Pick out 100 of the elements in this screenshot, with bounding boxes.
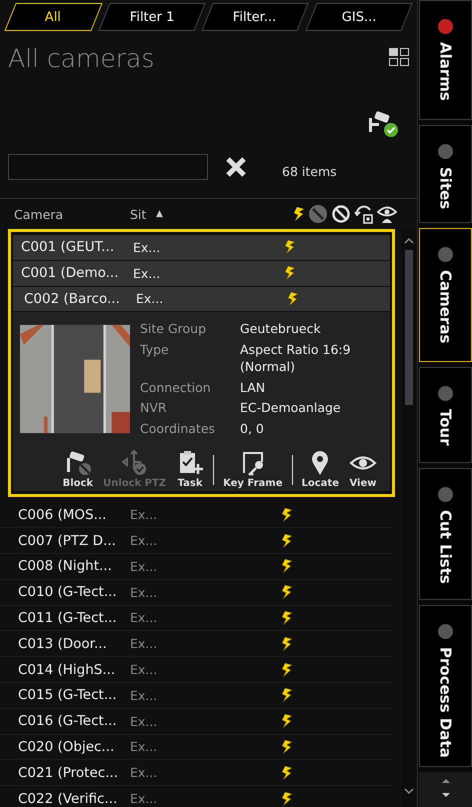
- site-name: Ex...: [130, 688, 158, 703]
- camera-row[interactable]: C011 (G-Tect... Ex...: [0, 606, 392, 632]
- site-name: Ex...: [130, 507, 158, 522]
- camera-row[interactable]: C001 (Demo... Ex...: [13, 260, 390, 287]
- view-button[interactable]: View: [346, 450, 380, 490]
- camera-row[interactable]: C008 (Night... Ex...: [0, 554, 392, 580]
- column-header[interactable]: Sit: [130, 206, 156, 222]
- site-name: Ex...: [130, 558, 158, 574]
- lightning-icon: [281, 713, 293, 730]
- camera-name: C001 (Demo...: [21, 265, 120, 282]
- field-value: 0, 0: [240, 420, 265, 438]
- item-count: 68 items: [282, 164, 337, 178]
- site-name: Ex...: [130, 533, 158, 548]
- sort-indicator[interactable]: ▲: [156, 209, 163, 219]
- site-name: Ex...: [130, 791, 158, 806]
- field-label: NVR: [140, 399, 168, 418]
- camera-name: C021 (Protec...: [18, 764, 120, 781]
- lightning-icon: [281, 532, 293, 549]
- camera-status-icon[interactable]: [367, 110, 400, 138]
- scroll-down-icon[interactable]: [440, 792, 451, 798]
- lightning-icon: [284, 239, 296, 256]
- camera-row[interactable]: C015 (G-Tect... Ex...: [0, 682, 392, 709]
- field-value: LAN: [240, 378, 266, 397]
- task-button[interactable]: Task: [173, 450, 208, 490]
- clear-icon[interactable]: [225, 156, 247, 178]
- camera-row[interactable]: C002 (Barco... Ex...: [13, 286, 390, 312]
- site-name: Ex...: [133, 266, 162, 281]
- camera-name: C001 (GEUT...: [21, 239, 116, 256]
- blocked-icon[interactable]: [331, 204, 352, 224]
- filter-tab[interactable]: Filter 1: [98, 3, 206, 31]
- column-header[interactable]: Camera: [14, 206, 130, 222]
- camera-row[interactable]: C021 (Protec... Ex...: [0, 760, 392, 786]
- scroll-up-icon[interactable]: [440, 778, 451, 784]
- scroll-up-icon[interactable]: [404, 237, 414, 244]
- camera-name: C013 (Door...: [18, 636, 108, 652]
- lightning-icon: [281, 738, 293, 755]
- site-name: Ex...: [130, 765, 158, 780]
- side-tab[interactable]: Process Data: [419, 605, 472, 767]
- camera-name: C010 (G-Tect...: [18, 584, 118, 600]
- camera-name: C015 (G-Tect...: [18, 687, 118, 704]
- camera-name: C002 (Barco...: [24, 290, 121, 307]
- field-label: Type: [140, 340, 170, 359]
- site-name: Ex...: [133, 240, 162, 255]
- field-value: EC-Demoanlage: [240, 399, 342, 418]
- camera-row[interactable]: C006 (MOS... Ex...: [0, 502, 392, 528]
- camera-name: C022 (Verific...: [18, 790, 118, 807]
- camera-name: C011 (G-Tect...: [18, 610, 118, 626]
- search-field[interactable]: [8, 154, 208, 180]
- move-arrows-icon: [120, 450, 149, 476]
- page-title: All cameras: [8, 44, 154, 73]
- eye-person-icon[interactable]: [377, 204, 398, 224]
- keyframe-button[interactable]: Key Frame: [220, 450, 286, 490]
- filter-tab[interactable]: Filter...: [202, 3, 310, 31]
- camera-name: C014 (HighS...: [18, 662, 116, 678]
- lightning-icon: [281, 636, 293, 652]
- site-name: Ex...: [130, 584, 158, 600]
- site-name: Ex...: [130, 662, 158, 678]
- camera-row[interactable]: C001 (GEUT... Ex...: [13, 235, 390, 261]
- side-tab[interactable]: Cut Lists: [419, 468, 472, 600]
- site-name: Ex...: [130, 636, 158, 652]
- lightning-icon: [287, 290, 299, 307]
- side-tab[interactable]: Tour: [419, 367, 472, 463]
- camera-row[interactable]: C022 (Verific... Ex...: [0, 786, 392, 807]
- camera-row[interactable]: C014 (HighS... Ex...: [0, 657, 392, 683]
- scroll-down-icon[interactable]: [404, 788, 414, 795]
- camera-row[interactable]: C007 (PTZ D... Ex...: [0, 528, 392, 554]
- lightning-icon: [281, 584, 293, 600]
- camera-row[interactable]: C020 (Objec... Ex...: [0, 734, 392, 760]
- scroll-thumb[interactable]: [405, 250, 413, 405]
- refresh-lock-icon[interactable]: [354, 204, 374, 224]
- camera-row[interactable]: C010 (G-Tect... Ex...: [0, 580, 392, 606]
- side-tab[interactable]: Cameras: [419, 228, 472, 362]
- lightning-icon[interactable]: [293, 206, 306, 222]
- site-name: Ex...: [130, 714, 158, 729]
- filter-tab[interactable]: GIS...: [305, 3, 413, 31]
- camera-row[interactable]: C016 (G-Tect... Ex...: [0, 708, 392, 735]
- side-tab[interactable]: Sites: [419, 125, 472, 223]
- lightning-icon: [281, 662, 293, 678]
- tile-view-icon[interactable]: [389, 48, 410, 66]
- lightning-icon: [284, 265, 296, 282]
- field-label: Coordinates: [140, 420, 216, 438]
- camera-row[interactable]: C013 (Door... Ex...: [0, 631, 392, 658]
- field-label: Connection: [140, 378, 212, 397]
- camera-name: C020 (Objec...: [18, 738, 116, 755]
- camera-name: C016 (G-Tect...: [18, 713, 118, 730]
- site-name: Ex...: [136, 291, 164, 306]
- camera-name: C008 (Night...: [18, 558, 113, 574]
- blocked-filled-icon[interactable]: [308, 204, 328, 224]
- site-name: Ex...: [130, 610, 158, 626]
- site-name: Ex...: [130, 739, 158, 754]
- locate-button[interactable]: Locate: [298, 450, 342, 490]
- field-label: Site Group: [140, 320, 208, 338]
- camera-name: C006 (MOS...: [18, 506, 108, 523]
- lightning-icon: [281, 506, 293, 523]
- lightning-icon: [281, 687, 293, 704]
- field-value: Geutebrueck: [240, 320, 322, 338]
- filter-tab[interactable]: All: [4, 3, 103, 31]
- side-tab[interactable]: Alarms: [419, 0, 472, 120]
- camera-name: C007 (PTZ D...: [18, 532, 117, 549]
- block-button[interactable]: Block: [60, 450, 96, 490]
